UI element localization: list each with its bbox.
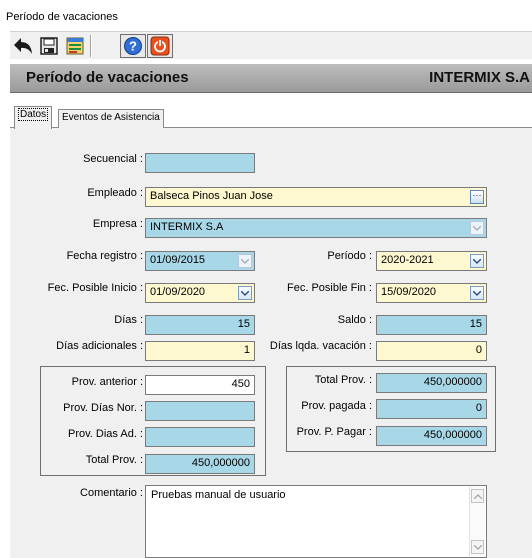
back-arrow-icon[interactable] bbox=[10, 34, 36, 58]
empleado-value: Balseca Pinos Juan Jose bbox=[150, 190, 273, 202]
dias-adicionales-field[interactable]: 1 bbox=[145, 341, 255, 361]
company-name: INTERMIX S.A bbox=[429, 69, 530, 86]
help-icon[interactable]: ? bbox=[120, 34, 146, 58]
prov-dias-ad-label: Prov. Dias Ad. : bbox=[68, 428, 143, 440]
prov-pagada-label: Prov. pagada : bbox=[301, 400, 372, 412]
prov-dias-nor-field[interactable] bbox=[145, 401, 255, 421]
scroll-up-icon[interactable] bbox=[471, 489, 484, 503]
page-title: Período de vacaciones bbox=[26, 69, 189, 86]
tab-datos[interactable]: Datos bbox=[14, 106, 53, 129]
chevron-down-icon[interactable] bbox=[470, 286, 484, 300]
chevron-down-icon[interactable] bbox=[470, 221, 484, 235]
tab-eventos-asistencia[interactable]: Eventos de Asistencia bbox=[58, 109, 164, 128]
secuencial-field[interactable] bbox=[145, 153, 255, 173]
saldo-field[interactable]: 15 bbox=[376, 315, 487, 335]
empresa-label: Empresa : bbox=[92, 218, 143, 230]
fecha-registro-label: Fecha registro : bbox=[66, 250, 143, 262]
periodo-value: 2020-2021 bbox=[381, 254, 434, 266]
header-banner: Período de vacaciones INTERMIX S.A bbox=[10, 64, 532, 93]
empleado-label: Empleado : bbox=[87, 187, 143, 199]
prov-anterior-label: Prov. anterior : bbox=[71, 376, 143, 388]
exit-icon[interactable] bbox=[147, 34, 173, 58]
dias-field[interactable]: 15 bbox=[145, 315, 255, 335]
total-prov-left-label: Total Prov. : bbox=[85, 454, 143, 466]
dias-label: Días : bbox=[114, 314, 143, 326]
prov-anterior-field[interactable]: 450 bbox=[145, 375, 255, 395]
periodo-label: Período : bbox=[327, 250, 372, 262]
prov-pagada-field[interactable]: 0 bbox=[376, 399, 487, 419]
empresa-select[interactable]: INTERMIX S.A bbox=[145, 218, 487, 238]
fecha-registro-field[interactable]: 01/09/2015 bbox=[145, 251, 255, 271]
report-icon[interactable] bbox=[62, 34, 88, 58]
scroll-down-icon[interactable] bbox=[471, 540, 484, 554]
prov-p-pagar-label: Prov. P. Pagar : bbox=[296, 426, 372, 438]
chevron-down-icon[interactable] bbox=[470, 254, 484, 268]
tab-strip: Datos Eventos de Asistencia bbox=[10, 106, 532, 129]
fecha-registro-value: 01/09/2015 bbox=[150, 254, 206, 266]
fec-posible-inicio-value: 01/09/2020 bbox=[150, 286, 206, 298]
dias-lqda-label: Días lqda. vacación : bbox=[269, 340, 372, 352]
comentario-label: Comentario : bbox=[80, 487, 143, 499]
ellipsis-icon[interactable]: ··· bbox=[470, 190, 484, 204]
total-prov-right-field[interactable]: 450,000000 bbox=[376, 373, 487, 393]
prov-dias-nor-label: Prov. Días Nor. : bbox=[63, 402, 143, 414]
toolbar: ? bbox=[10, 31, 532, 59]
saldo-label: Saldo : bbox=[337, 314, 372, 326]
total-prov-right-label: Total Prov. : bbox=[314, 374, 372, 386]
chevron-down-icon[interactable] bbox=[238, 286, 252, 300]
fec-posible-fin-value: 15/09/2020 bbox=[381, 286, 437, 298]
secuencial-label: Secuencial : bbox=[83, 153, 143, 165]
dias-lqda-field[interactable]: 0 bbox=[376, 341, 487, 361]
fec-posible-inicio-field[interactable]: 01/09/2020 bbox=[145, 283, 255, 303]
fec-posible-fin-field[interactable]: 15/09/2020 bbox=[376, 283, 487, 303]
empresa-value: INTERMIX S.A bbox=[150, 221, 224, 233]
window-title: Período de vacaciones bbox=[6, 11, 118, 23]
save-icon[interactable] bbox=[36, 34, 62, 58]
periodo-select[interactable]: 2020-2021 bbox=[376, 251, 487, 271]
comentario-textarea[interactable]: Pruebas manual de usuario bbox=[145, 485, 487, 558]
comentario-scrollbar[interactable] bbox=[469, 487, 485, 556]
chevron-down-icon[interactable] bbox=[238, 254, 252, 268]
fec-posible-inicio-label: Fec. Posible Inicio : bbox=[47, 282, 143, 294]
svg-text:?: ? bbox=[129, 39, 137, 54]
empleado-field[interactable]: Balseca Pinos Juan Jose ··· bbox=[145, 187, 487, 207]
fec-posible-fin-label: Fec. Posible Fin : bbox=[287, 282, 372, 294]
form-panel: Secuencial : Empleado : Balseca Pinos Ju… bbox=[10, 128, 532, 558]
total-prov-left-field[interactable]: 450,000000 bbox=[145, 454, 255, 474]
prov-dias-ad-field[interactable] bbox=[145, 427, 255, 447]
dias-adicionales-label: Días adicionales : bbox=[56, 340, 143, 352]
comentario-value: Pruebas manual de usuario bbox=[151, 489, 286, 501]
prov-p-pagar-field[interactable]: 450,000000 bbox=[376, 426, 487, 446]
